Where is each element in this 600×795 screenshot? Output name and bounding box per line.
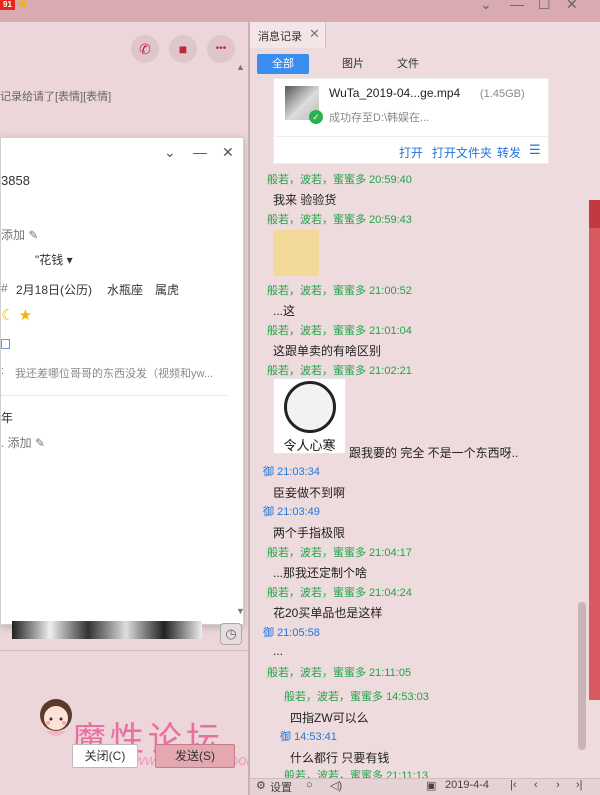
message-text: 这跟单卖的有啥区别 [273,344,382,358]
settings-icon[interactable]: ⚙ [256,779,266,792]
message-text: ... [273,644,284,658]
message-text: 什么都行 只要有钱 [290,751,390,765]
date-field[interactable]: 2019-4-4 [445,779,489,791]
message-header: 般若，波若，蜜蜜多 21:01:04 [267,325,412,337]
message-header: 般若，波若，蜜蜜多 20:59:43 [267,214,412,226]
message-list: 般若，波若，蜜蜜多 20:59:40 我来 验验货 般若，波若，蜜蜜多 20:5… [0,0,600,795]
message-header: 御 21:03:34 [263,466,320,478]
background-window-edge [589,200,600,700]
message-text: ...那我还定制个啥 [273,566,368,580]
history-scrollbar[interactable] [578,602,586,750]
message-text: 臣妾做不到啊 [273,486,346,500]
message-header: 般若，波若，蜜蜜多 21:04:24 [267,587,412,599]
message-header: 御 14:53:41 [280,731,337,743]
last-page-icon[interactable]: ›| [576,779,583,791]
history-bottom-bar [250,778,600,795]
speaker-icon[interactable]: ◁) [330,779,342,792]
panda-sticker[interactable]: 令人心寒 [273,378,346,454]
message-header: 般若，波若，蜜蜜多 20:59:40 [267,174,412,186]
message-header: 般若，波若，蜜蜜多 14:53:03 [284,691,429,703]
prev-page-icon[interactable]: ‹ [534,779,538,791]
message-text: ...这 [273,304,296,318]
message-header: 般若，波若，蜜蜜多 21:02:21 [267,365,412,377]
message-header: 御 21:05:58 [263,627,320,639]
message-text: 两个手指极限 [273,526,346,540]
next-page-icon[interactable]: › [556,779,560,791]
message-header: 般若，波若，蜜蜜多 21:11:05 [267,667,412,679]
message-text: 我来 验验货 [273,193,337,207]
settings-label[interactable]: 设置 [270,779,292,795]
message-header: 般若，波若，蜜蜜多 21:00:52 [267,285,412,297]
message-text: 四指ZW可以么 [290,711,369,725]
search-icon[interactable]: ○ [306,779,313,791]
message-text: 跟我要的 完全 不是一个东西呀.. [349,446,519,460]
message-text: 花20买单品也是这样 [273,606,383,620]
calendar-icon[interactable]: ▣ [426,779,436,792]
sticker-caption: 令人心寒 [283,438,336,453]
message-header: 御 21:03:49 [263,506,320,518]
panda-face [284,381,336,433]
book-sticker[interactable] [273,230,319,276]
background-window-edge [589,200,600,228]
message-header: 般若，波若，蜜蜜多 21:04:17 [267,547,412,559]
first-page-icon[interactable]: |‹ [510,779,517,791]
